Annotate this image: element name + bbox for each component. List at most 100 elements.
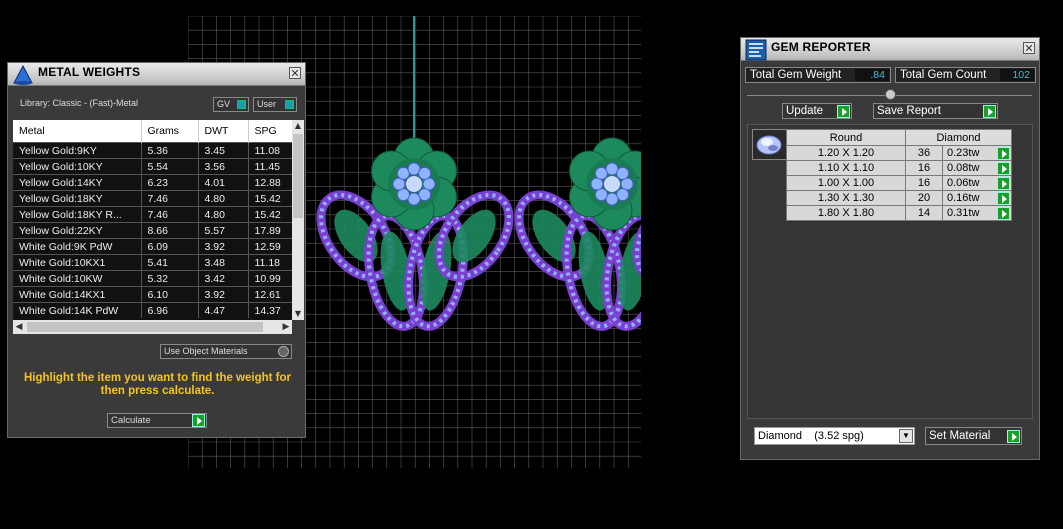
table-cell: White Gold:14K PdW (13, 302, 142, 318)
table-cell: 3.48 (198, 254, 249, 271)
update-button[interactable]: Update (782, 103, 852, 119)
material-select-value: Diamond (3.52 spg) (758, 430, 864, 442)
table-row[interactable]: 1.80 X 1.80 14 0.31tw (786, 205, 1012, 221)
table-cell: 5.54 (141, 158, 199, 175)
table-cell: 12.59 (248, 238, 292, 255)
table-row[interactable]: Yellow Gold:14KY 6.23 4.01 12.88 (13, 174, 292, 191)
close-icon[interactable]: ✕ (289, 67, 301, 79)
calculate-button[interactable]: Calculate (107, 413, 207, 428)
table-row[interactable]: Yellow Gold:9KY 5.36 3.45 11.08 (13, 142, 292, 159)
table-cell: 3.42 (198, 270, 249, 287)
table-cell: 5.32 (141, 270, 199, 287)
play-arrow-icon[interactable] (192, 414, 205, 427)
table-cell: 5.57 (198, 222, 249, 239)
play-arrow-icon[interactable] (837, 105, 850, 118)
gv-label: GV (217, 99, 231, 109)
report-icon (745, 39, 767, 61)
table-row[interactable]: 1.10 X 1.10 16 0.08tw (786, 160, 1012, 176)
gem-thumbnail[interactable] (752, 129, 787, 160)
table-header: Round Diamond (786, 129, 1012, 146)
column-header[interactable]: Metal (13, 120, 142, 143)
table-cell: 15.42 (248, 190, 292, 207)
table-cell: Yellow Gold:14KY (13, 174, 142, 191)
table-row[interactable]: Yellow Gold:18KY 7.46 4.80 15.42 (13, 190, 292, 207)
user-toggle[interactable]: User (253, 97, 297, 112)
table-row[interactable]: Yellow Gold:22KY 8.66 5.57 17.89 (13, 222, 292, 239)
user-label: User (257, 99, 277, 109)
update-label: Update (786, 105, 824, 117)
column-header[interactable]: Grams (141, 120, 199, 143)
table-cell: 1.10 X 1.10 (786, 160, 906, 176)
table-cell: 10.99 (248, 270, 292, 287)
play-arrow-icon[interactable] (997, 162, 1010, 175)
play-arrow-icon[interactable] (1007, 430, 1020, 443)
table-row[interactable]: 1.00 X 1.00 16 0.06tw (786, 175, 1012, 191)
table-row[interactable]: White Gold:10KW 5.32 3.42 10.99 (13, 270, 292, 287)
gv-toggle[interactable]: GV (213, 97, 249, 112)
use-object-materials-toggle[interactable]: Use Object Materials (160, 344, 292, 359)
table-cell: 0.31tw (942, 205, 1012, 221)
table-row[interactable]: 1.30 X 1.30 20 0.16tw (786, 190, 1012, 206)
metal-weights-panel: METAL WEIGHTS ✕ Library: Classic - (Fast… (7, 62, 306, 438)
play-arrow-icon[interactable] (997, 207, 1010, 220)
panel-title: METAL WEIGHTS (38, 65, 141, 79)
table-cell: 6.23 (141, 174, 199, 191)
table-row[interactable]: Yellow Gold:18KY R... 7.46 4.80 15.42 (13, 206, 292, 223)
table-cell: White Gold:9K PdW (13, 238, 142, 255)
table-cell: White Gold:10KX1 (13, 254, 142, 271)
play-arrow-icon[interactable] (983, 105, 996, 118)
table-cell: Yellow Gold:22KY (13, 222, 142, 239)
total-gem-count-label: Total Gem Count (900, 69, 987, 81)
table-cell: Yellow Gold:10KY (13, 158, 142, 175)
table-cell: 15.42 (248, 206, 292, 223)
toggle-icon (237, 100, 246, 109)
scale-pyramid-icon (13, 64, 33, 85)
table-cell: Yellow Gold:18KY R... (13, 206, 142, 223)
scroll-up-icon[interactable]: ▲ (292, 120, 304, 132)
scroll-thumb[interactable] (27, 322, 263, 332)
scroll-down-icon[interactable]: ▼ (292, 308, 304, 320)
table-header: Metal Grams DWT SPG (13, 120, 292, 143)
table-cell: 20 (905, 190, 943, 206)
table-cell: 14.37 (248, 302, 292, 318)
metal-weights-titlebar[interactable]: METAL WEIGHTS ✕ (8, 63, 305, 86)
chevron-down-icon[interactable]: ▼ (899, 429, 913, 443)
table-cell: 7.46 (141, 206, 199, 223)
table-row[interactable]: Yellow Gold:10KY 5.54 3.56 11.45 (13, 158, 292, 175)
table-cell: 17.89 (248, 222, 292, 239)
radio-icon (278, 346, 289, 357)
scroll-thumb[interactable] (293, 134, 303, 218)
table-cell: 14 (905, 205, 943, 221)
play-arrow-icon[interactable] (997, 147, 1010, 160)
table-cell: 1.30 X 1.30 (786, 190, 906, 206)
set-material-button[interactable]: Set Material (925, 427, 1022, 445)
table-row[interactable]: White Gold:14K PdW 6.96 4.47 14.37 (13, 302, 292, 318)
gem-reporter-titlebar[interactable]: GEM REPORTER ✕ (741, 38, 1039, 61)
table-cell: 1.20 X 1.20 (786, 145, 906, 161)
material-header: Diamond (905, 129, 1012, 146)
table-row[interactable]: White Gold:10KX1 5.41 3.48 11.18 (13, 254, 292, 271)
scroll-right-icon[interactable]: ▶ (280, 320, 292, 334)
table-row[interactable]: White Gold:9K PdW 6.09 3.92 12.59 (13, 238, 292, 255)
vertical-scrollbar[interactable]: ▲ ▼ (292, 120, 304, 320)
close-icon[interactable]: ✕ (1023, 42, 1035, 54)
table-cell: 7.46 (141, 190, 199, 207)
save-report-button[interactable]: Save Report (873, 103, 998, 119)
table-cell: 6.09 (141, 238, 199, 255)
table-row[interactable]: 1.20 X 1.20 36 0.23tw (786, 145, 1012, 161)
column-header[interactable]: SPG (248, 120, 292, 143)
table-cell: 4.80 (198, 206, 249, 223)
play-arrow-icon[interactable] (997, 192, 1010, 205)
gem-table: Round Diamond 1.20 X 1.20 36 0.23tw 1.10 X … (786, 129, 1012, 221)
play-arrow-icon[interactable] (997, 177, 1010, 190)
metal-table: Metal Grams DWT SPG Yellow Gold:9KY 5.36 3… (13, 120, 292, 320)
slider-knob-icon[interactable] (885, 89, 896, 100)
table-cell: 0.06tw (942, 175, 1012, 191)
scroll-left-icon[interactable]: ◀ (13, 320, 25, 334)
material-select[interactable]: Diamond (3.52 spg) ▼ (754, 427, 915, 445)
table-row[interactable]: White Gold:14KX1 6.10 3.92 12.61 (13, 286, 292, 303)
horizontal-scrollbar[interactable]: ◀ ▶ (13, 320, 292, 334)
table-cell: 0.08tw (942, 160, 1012, 176)
column-header[interactable]: DWT (198, 120, 249, 143)
table-cell: 0.16tw (942, 190, 1012, 206)
